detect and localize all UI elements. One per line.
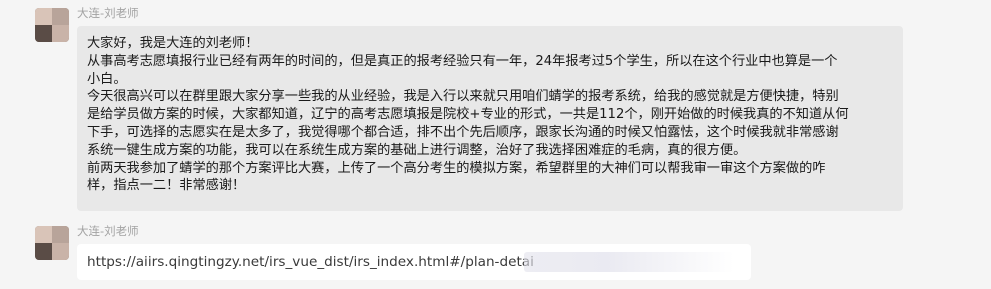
message-line: 小白。 [87,71,127,87]
sender-name: 大连-刘老师 [77,6,139,20]
message-line: 是给学员做方案的时候，大家都知道，辽宁的高考志愿填报是院校+专业的形式，一共是1… [87,107,849,123]
message-line: 今天很高兴可以在群里跟大家分享一些我的从业经验，我是入行以来就只用咱们蜻学的报考… [87,89,839,105]
avatar[interactable] [35,8,69,42]
chat-window: 大连-刘老师 大家好，我是大连的刘老师！ 从事高考志愿填报行业已经有两年的时间的… [0,0,991,289]
avatar[interactable] [35,226,69,260]
message-link[interactable]: https://aiirs.qingtingzy.net/irs_vue_dis… [87,254,534,270]
sender-name: 大连-刘老师 [77,224,139,238]
link-message-bubble[interactable]: https://aiirs.qingtingzy.net/irs_vue_dis… [77,244,751,280]
message-line: 前两天我参加了蜻学的那个方案评比大赛，上传了一个高分考生的模拟方案，希望群里的大… [87,160,826,176]
message-bubble[interactable]: 大家好，我是大连的刘老师！ 从事高考志愿填报行业已经有两年的时间的，但是真正的报… [77,26,903,211]
message-line: 系统一键生成方案的功能，我可以在系统生成方案的基础上进行调整，治好了我选择困难症… [87,142,747,158]
message-line: 从事高考志愿填报行业已经有两年的时间的，但是真正的报考经验只有一年，24年报考过… [87,53,838,69]
redaction-blur [524,252,734,272]
message-line: 大家好，我是大连的刘老师！ [87,36,259,51]
message-line: 样，指点一二！非常感谢！ [87,178,246,194]
message-line: 下手，可选择的志愿实在是太多了，我觉得哪个都合适，排不出个先后顺序，跟家长沟通的… [87,124,839,140]
